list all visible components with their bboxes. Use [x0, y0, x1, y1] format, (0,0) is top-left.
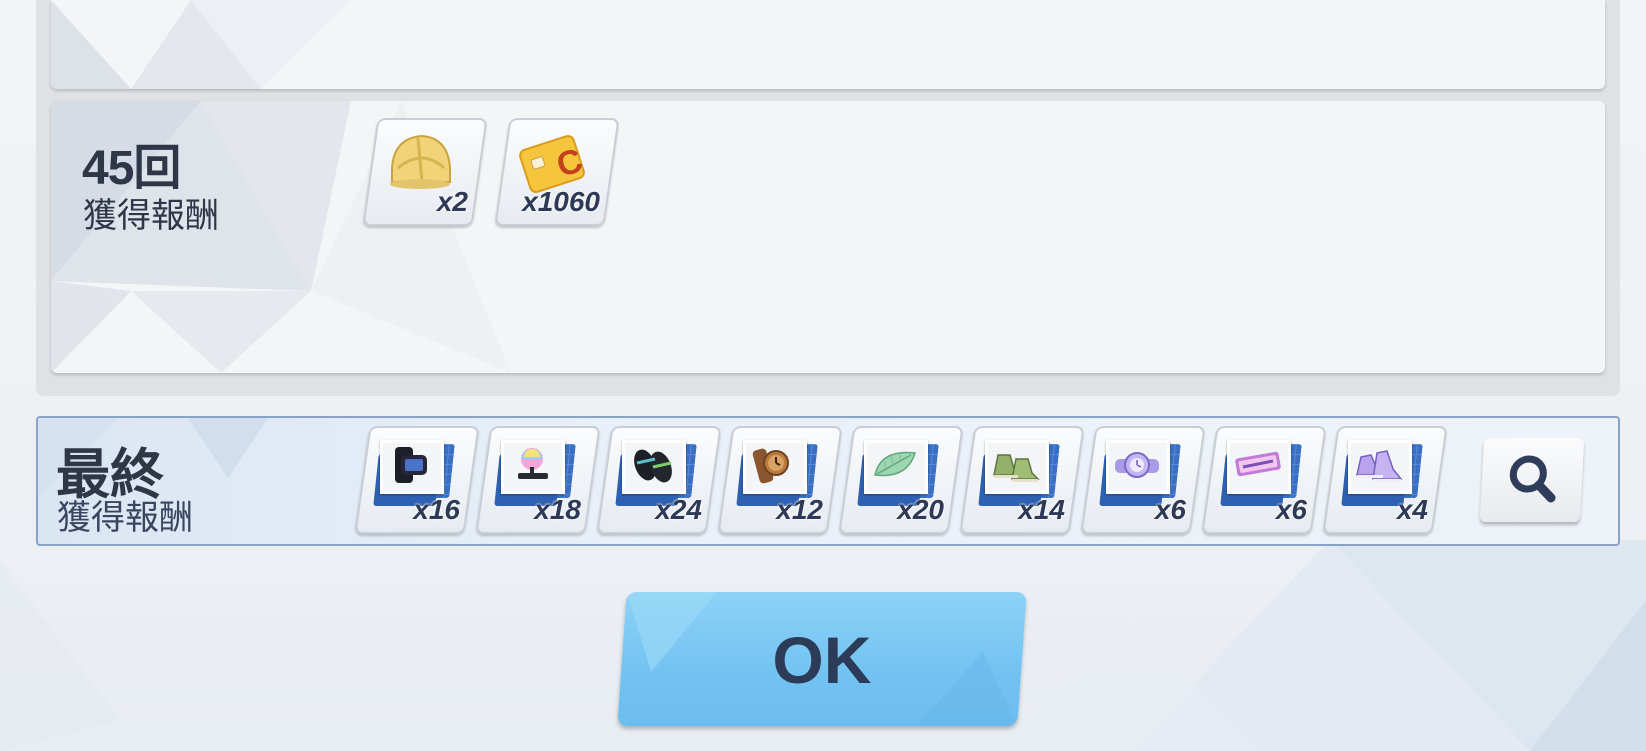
- brown-wristwatch-icon: [752, 448, 789, 484]
- final-reward-item[interactable]: x18: [475, 426, 601, 534]
- magnifier-icon: [1509, 455, 1556, 503]
- final-reward-label: 獲得報酬: [57, 499, 193, 537]
- reward-item[interactable]: x2: [362, 118, 488, 226]
- final-reward-item[interactable]: x12: [717, 426, 843, 534]
- final-reward-item[interactable]: x24: [596, 426, 722, 534]
- reward-row-45: [51, 101, 1605, 373]
- item-quantity: x12: [776, 494, 823, 525]
- search-button[interactable]: [1479, 438, 1585, 522]
- final-reward-item[interactable]: x16: [354, 426, 480, 534]
- jump-badge-icon: [1235, 451, 1281, 477]
- final-reward-item[interactable]: x6: [1201, 426, 1327, 534]
- reward-label: 獲得報酬: [83, 197, 219, 235]
- row-decoration: [51, 0, 351, 89]
- item-quantity: x6: [1154, 494, 1186, 525]
- black-sandals-icon: [634, 449, 672, 483]
- item-quantity: x2: [436, 186, 468, 217]
- item-quantity: x6: [1275, 494, 1307, 525]
- rainbow-brooch-icon: [518, 448, 548, 479]
- reward-row-previous: [51, 0, 1605, 89]
- final-reward-item[interactable]: x14: [959, 426, 1085, 534]
- green-sneakers-icon: [993, 454, 1040, 482]
- purple-watch-icon: [1115, 452, 1159, 478]
- final-reward-item[interactable]: x4: [1322, 426, 1448, 534]
- item-quantity: x1060: [522, 186, 600, 217]
- reward-item[interactable]: C x1060: [494, 118, 620, 226]
- final-reward-item[interactable]: x6: [1080, 426, 1206, 534]
- item-quantity: x14: [1018, 494, 1065, 525]
- item-quantity: x20: [897, 494, 944, 525]
- purple-sneakers-icon: [1356, 450, 1403, 482]
- ok-button-label: OK: [772, 623, 872, 697]
- item-quantity: x18: [534, 494, 581, 525]
- final-reward-item[interactable]: x20: [838, 426, 964, 534]
- black-smartwatch-icon: [395, 447, 427, 483]
- item-quantity: x24: [655, 494, 702, 525]
- item-quantity: x4: [1396, 494, 1428, 525]
- item-quantity: x16: [413, 494, 460, 525]
- green-leaf-icon: [874, 451, 916, 477]
- ok-button[interactable]: OK: [617, 592, 1027, 726]
